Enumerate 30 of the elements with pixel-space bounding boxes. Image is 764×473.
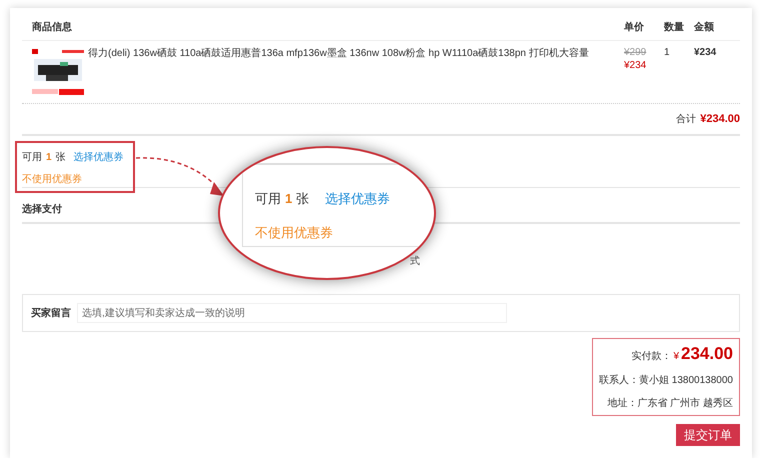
paid-amount: 234.00	[681, 344, 733, 364]
submit-order-button[interactable]: 提交订单	[676, 424, 740, 446]
choose-coupon-link[interactable]: 选择优惠券	[74, 150, 124, 164]
payment-text: 式	[410, 254, 420, 268]
paid-label: 实付款：	[631, 350, 672, 363]
no-coupon-link[interactable]: 不使用优惠券	[22, 172, 82, 186]
message-field[interactable]: 选填,建议填写和卖家达成一致的说明	[77, 303, 507, 323]
total-value: ¥234.00	[700, 113, 740, 125]
coupon-label: 可用	[255, 190, 281, 208]
column-header: 金额	[694, 20, 715, 34]
total-label: 合计	[676, 112, 696, 126]
column-header: 数量	[664, 20, 685, 34]
coupon-count: 1	[46, 152, 52, 163]
coupon-unit: 张	[56, 150, 66, 164]
address-info: 地址：广东省 广州市 越秀区	[607, 396, 733, 410]
choose-coupon-link[interactable]: 选择优惠券	[325, 190, 390, 208]
contact-info: 联系人：黄小姐 13800138000	[599, 374, 733, 387]
currency-sign: ¥	[673, 351, 679, 362]
sale-price: ¥234	[624, 60, 648, 71]
coupon-label: 可用	[22, 151, 42, 164]
amount: ¥234	[694, 47, 718, 58]
coupon-unit: 张	[296, 190, 310, 208]
column-header: 单价	[624, 20, 645, 34]
column-header: 商品信息	[32, 20, 73, 34]
message-label: 买家留言	[31, 306, 71, 320]
quantity: 1	[664, 47, 671, 58]
no-coupon-link[interactable]: 不使用优惠券	[255, 224, 333, 242]
original-price: ¥299	[624, 47, 648, 58]
coupon-count: 1	[285, 191, 292, 206]
product-title: 得力(deli) 136w硒鼓 110a硒鼓适用惠普136a mfp136w墨盒 136nw 108w粉盒 hp W1110a硒鼓138pn 打印机大容量	[88, 47, 589, 60]
